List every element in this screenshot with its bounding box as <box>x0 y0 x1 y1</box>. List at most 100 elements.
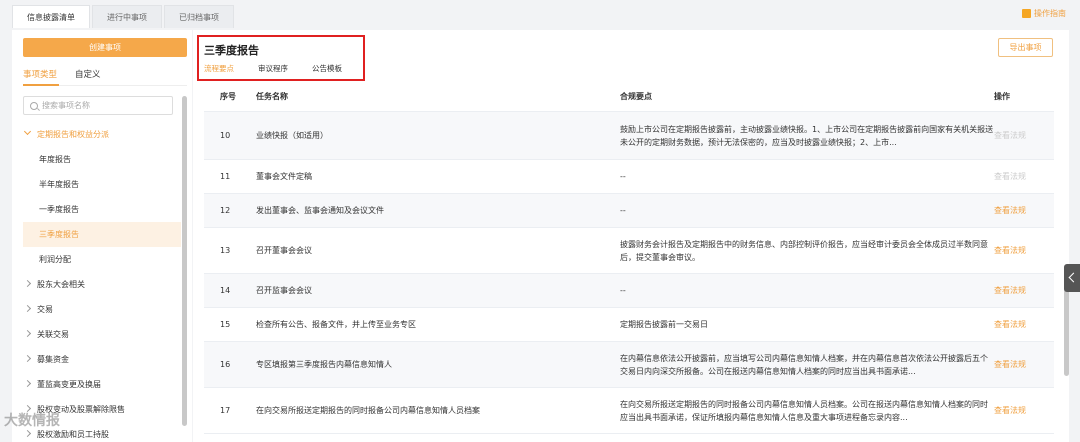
cell-requirement: 定期报告披露前一交易日 <box>620 320 708 329</box>
tab-review-procedure[interactable]: 审议程序 <box>258 63 288 74</box>
chevron-right-icon <box>23 429 32 438</box>
page-title: 三季度报告 <box>204 44 259 57</box>
guide-link[interactable]: 操作指南 <box>1022 8 1066 19</box>
tab-custom[interactable]: 自定义 <box>75 68 101 80</box>
tree-item-label: 利润分配 <box>39 255 71 264</box>
top-tabs: 信息披露清单 进行中事项 已归档事项 <box>12 5 236 28</box>
task-table: 序号 任务名称 合规要点 操作 10 业绩快报（如适用） 鼓励上市公司在定期报告披露… <box>204 82 1054 434</box>
export-button[interactable]: 导出事项 <box>998 38 1053 57</box>
tree-group[interactable]: 交易 <box>23 297 181 322</box>
guide-label: 操作指南 <box>1034 9 1066 18</box>
col-name: 任务名称 <box>256 92 288 101</box>
sidebar-scrollbar[interactable] <box>182 96 187 426</box>
cell-no: 15 <box>220 320 231 329</box>
tree-item[interactable]: 半年度报告 <box>23 172 181 197</box>
cell-requirement: -- <box>620 286 626 295</box>
top-bar: 信息披露清单 进行中事项 已归档事项 操作指南 <box>0 0 1080 28</box>
cell-no: 11 <box>220 172 231 181</box>
type-tabs: 事项类型 自定义 <box>23 68 119 80</box>
tree-item-label: 董监高变更及换届 <box>37 380 101 389</box>
tree-item[interactable]: 年度报告 <box>23 147 181 172</box>
type-tab-underline <box>23 84 187 86</box>
chevron-right-icon <box>23 354 32 363</box>
table-row: 12 发出董事会、监事会通知及会议文件 -- 查看法规 <box>204 194 1054 228</box>
tab-item-type[interactable]: 事项类型 <box>23 68 57 80</box>
view-regulation-link[interactable]: 查看法规 <box>994 405 1054 416</box>
cell-name: 董事会文件定稿 <box>256 172 312 181</box>
cell-no: 17 <box>220 406 231 415</box>
cell-name: 发出董事会、监事会通知及会议文件 <box>256 206 384 215</box>
chevron-right-icon <box>23 279 32 288</box>
chevron-right-icon <box>23 379 32 388</box>
watermark: 大数情报 <box>4 413 60 429</box>
cell-name: 召开董事会会议 <box>256 246 312 255</box>
tree-item-label: 三季度报告 <box>39 230 79 239</box>
tree-item-label: 关联交易 <box>37 330 69 339</box>
cell-requirement: 披露财务会计报告及定期报告中的财务信息、内部控制评价报告，应当经审计委员会全体成… <box>620 239 988 262</box>
cell-requirement: 鼓励上市公司在定期报告披露前，主动披露业绩快报。1、上市公司在定期报告披露前向国… <box>620 124 994 147</box>
search-input[interactable] <box>42 101 162 110</box>
tree-item-label: 一季度报告 <box>39 205 79 214</box>
table-row: 10 业绩快报（如适用） 鼓励上市公司在定期报告披露前，主动披露业绩快报。1、上市公… <box>204 112 1054 160</box>
cell-name: 召开监事会会议 <box>256 286 312 295</box>
tree-group[interactable]: 募集资金 <box>23 347 181 372</box>
tab-disclosure-list[interactable]: 信息披露清单 <box>12 5 90 28</box>
create-item-button[interactable]: 创建事项 <box>23 38 187 57</box>
tree-item-label: 年度报告 <box>39 155 71 164</box>
table-row: 16 专区填报第三季度报告内幕信息知情人 在内幕信息依法公开披露前，应当填写公司内幕… <box>204 342 1054 388</box>
cell-name: 在向交易所报送定期报告的同时报备公司内幕信息知情人员档案 <box>256 406 480 415</box>
tree-item-label: 股权激励和员工持股 <box>37 430 109 439</box>
main-panel: 三季度报告 流程要点 审议程序 公告模板 导出事项 序号 任务名称 合规要点 操… <box>193 30 1069 442</box>
col-no: 序号 <box>220 92 236 101</box>
tab-in-progress[interactable]: 进行中事项 <box>92 5 162 28</box>
tree-group[interactable]: 股东大会相关 <box>23 272 181 297</box>
chevron-down-icon <box>23 127 32 136</box>
tree-item[interactable]: 一季度报告 <box>23 197 181 222</box>
search-icon <box>30 101 38 110</box>
cell-name: 业绩快报（如适用） <box>256 131 328 140</box>
tree-item-label: 募集资金 <box>37 355 69 364</box>
col-operation: 操作 <box>994 92 1010 101</box>
tree-item[interactable]: 利润分配 <box>23 247 181 272</box>
view-regulation-link[interactable]: 查看法规 <box>994 205 1054 216</box>
cell-requirement: -- <box>620 206 626 215</box>
tree-item-label: 半年度报告 <box>39 180 79 189</box>
cell-no: 10 <box>220 131 231 140</box>
view-regulation-link: 查看法规 <box>994 131 1026 140</box>
cell-requirement: -- <box>620 172 626 181</box>
search-box <box>23 96 173 115</box>
table-body: 10 业绩快报（如适用） 鼓励上市公司在定期报告披露前，主动披露业绩快报。1、上市公… <box>204 112 1054 434</box>
table-header: 序号 任务名称 合规要点 操作 <box>204 82 1054 112</box>
item-tree: 定期报告和权益分派年度报告半年度报告一季度报告三季度报告利润分配股东大会相关 交易… <box>23 122 181 442</box>
chevron-right-icon <box>23 329 32 338</box>
tree-group[interactable]: 定期报告和权益分派 <box>23 122 181 147</box>
table-row: 11 董事会文件定稿 -- 查看法规 <box>204 160 1054 194</box>
view-regulation-link[interactable]: 查看法规 <box>994 319 1054 330</box>
cell-no: 16 <box>220 360 231 369</box>
cell-requirement: 在向交易所报送定期报告的同时报备公司内幕信息知情人员档案。公司在报送内幕信息知情… <box>620 399 988 422</box>
chevron-right-icon <box>23 304 32 313</box>
tree-item-label: 股东大会相关 <box>37 280 85 289</box>
guide-icon <box>1022 9 1031 18</box>
view-regulation-link: 查看法规 <box>994 172 1026 181</box>
tab-process-points[interactable]: 流程要点 <box>204 63 234 74</box>
tree-group[interactable]: 董监高变更及换届 <box>23 372 181 397</box>
table-row: 14 召开监事会会议 -- 查看法规 <box>204 274 1054 308</box>
cell-no: 13 <box>220 246 231 255</box>
table-row: 13 召开董事会会议 披露财务会计报告及定期报告中的财务信息、内部控制评价报告，应当… <box>204 228 1054 274</box>
cell-no: 14 <box>220 286 231 295</box>
sub-tabs: 流程要点 审议程序 公告模板 <box>204 63 366 74</box>
tab-announcement-template[interactable]: 公告模板 <box>312 63 342 74</box>
collapse-panel-button[interactable] <box>1064 264 1080 292</box>
tab-archived[interactable]: 已归档事项 <box>164 5 234 28</box>
tree-item-label: 交易 <box>37 305 53 314</box>
tree-item[interactable]: 三季度报告 <box>23 222 181 247</box>
view-regulation-link[interactable]: 查看法规 <box>994 245 1054 256</box>
cell-requirement: 在内幕信息依法公开披露前，应当填写公司内幕信息知情人档案，并在内幕信息首次依法公… <box>620 353 988 376</box>
cell-name: 检查所有公告、报备文件，并上传至业务专区 <box>256 320 416 329</box>
tree-group[interactable]: 关联交易 <box>23 322 181 347</box>
cell-name: 专区填报第三季度报告内幕信息知情人 <box>256 360 392 369</box>
view-regulation-link[interactable]: 查看法规 <box>994 359 1054 370</box>
view-regulation-link[interactable]: 查看法规 <box>994 285 1054 296</box>
table-row: 17 在向交易所报送定期报告的同时报备公司内幕信息知情人员档案 在向交易所报送定期报… <box>204 388 1054 434</box>
